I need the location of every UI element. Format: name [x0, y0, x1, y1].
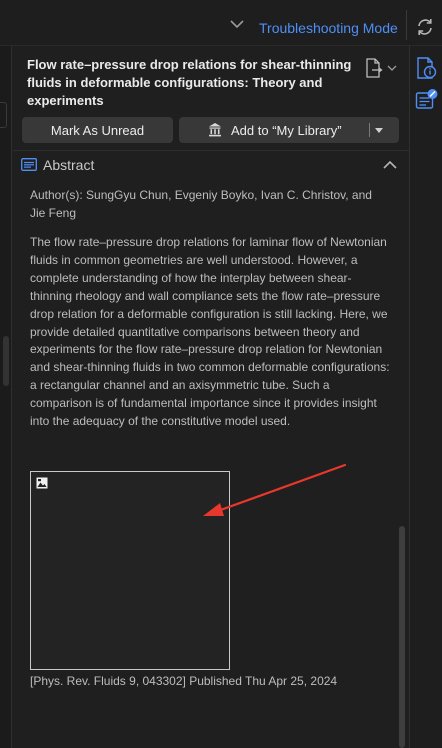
chevron-up-icon[interactable]	[383, 160, 397, 169]
item-pane: Flow rate–pressure drop relations for sh…	[13, 46, 409, 748]
mark-as-unread-label: Mark As Unread	[50, 122, 145, 138]
dropdown-arrow-icon[interactable]	[375, 128, 383, 133]
scrollbar[interactable]	[3, 336, 9, 386]
top-bar: Troubleshooting Mode	[0, 0, 442, 46]
notes-icon[interactable]	[415, 88, 439, 110]
divider	[406, 10, 407, 40]
chevron-down-icon[interactable]	[230, 19, 244, 29]
citation: [Phys. Rev. Fluids 9, 043302] Published …	[30, 674, 338, 688]
item-info-icon[interactable]	[415, 56, 437, 80]
items-pane-edge	[0, 46, 12, 748]
broken-image-icon	[36, 477, 48, 489]
side-nav	[409, 46, 442, 748]
add-to-library-button[interactable]: Add to “My Library”	[179, 117, 399, 143]
library-icon	[209, 123, 221, 137]
scrollbar[interactable]	[399, 526, 405, 748]
button-divider	[369, 123, 370, 137]
item-title[interactable]: Flow rate–pressure drop relations for sh…	[27, 56, 357, 110]
action-buttons: Mark As Unread Add to “My Library”	[22, 117, 399, 143]
abstract-section-header[interactable]: Abstract	[21, 156, 397, 176]
mark-as-unread-button[interactable]: Mark As Unread	[22, 117, 173, 143]
abstract-text: The flow rate–pressure drop relations fo…	[30, 235, 390, 429]
troubleshooting-mode-label[interactable]: Troubleshooting Mode	[259, 20, 398, 36]
add-to-library-label: Add to “My Library”	[231, 122, 342, 138]
abstract-authors: Author(s): SungGyu Chun, Evgeniy Boyko, …	[30, 188, 372, 220]
collapsed-control[interactable]	[0, 102, 7, 128]
document-export-icon[interactable]	[361, 57, 401, 79]
abstract-figure	[30, 471, 230, 670]
abstract-heading: Abstract	[43, 157, 95, 173]
abstract-icon	[21, 158, 37, 171]
sync-icon[interactable]	[415, 17, 435, 37]
divider	[13, 150, 409, 151]
